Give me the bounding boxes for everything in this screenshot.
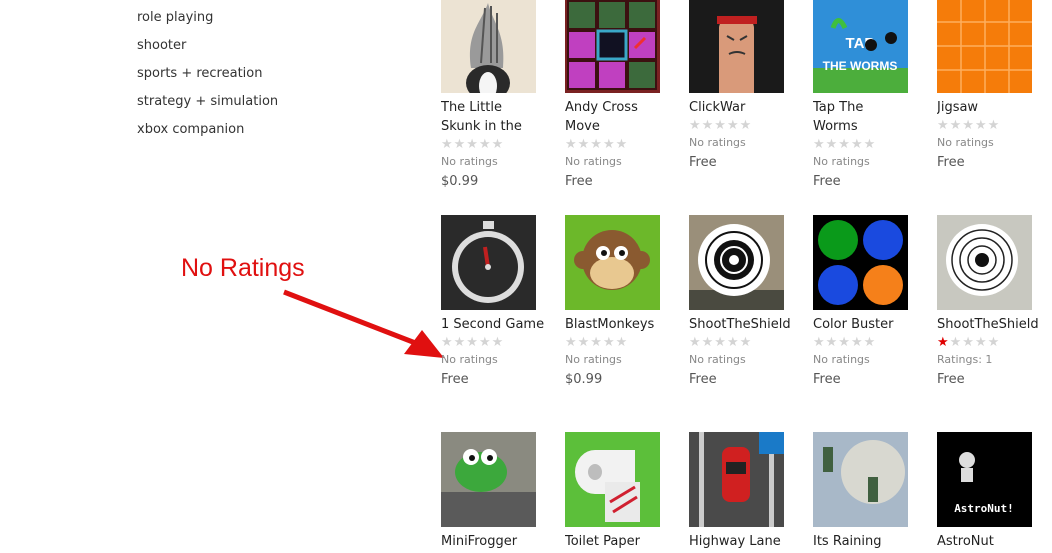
app-title: Andy Cross Move <box>565 100 638 134</box>
app-title: Highway Lane <box>689 534 781 549</box>
ratings-count: No ratings <box>813 353 870 366</box>
car-lane-icon <box>689 432 784 527</box>
star-rating: ★★★★★ <box>813 335 877 350</box>
category-xbox-companion[interactable]: xbox companion <box>137 121 278 149</box>
frog-icon <box>441 432 536 527</box>
app-title: BlastMonkeys <box>565 317 655 332</box>
stopwatch-icon <box>441 215 536 310</box>
app-tile[interactable]: Highway Lane <box>689 432 799 551</box>
app-title: 1 Second Game <box>441 317 545 332</box>
annotation-label: No Ratings <box>181 254 305 282</box>
app-title: Tap The Worms <box>813 100 864 134</box>
color-dots-icon <box>813 215 908 310</box>
category-sports-recreation[interactable]: sports + recreation <box>137 65 278 93</box>
app-price: Free <box>441 372 469 387</box>
app-tile[interactable]: BlastMonkeys ★★★★★ No ratings $0.99 <box>565 215 675 388</box>
app-tile[interactable]: Toilet Paper <box>565 432 675 551</box>
star-rating: ★★★★★ <box>689 118 753 133</box>
app-price: Free <box>937 372 965 387</box>
app-title: Color Buster <box>813 317 894 332</box>
ratings-count: No ratings <box>441 155 498 168</box>
star-rating: ★★★★★ <box>441 137 505 152</box>
app-tile[interactable]: 1 Second Game ★★★★★ No ratings Free <box>441 215 551 388</box>
app-price: Free <box>937 155 965 170</box>
category-strategy-simulation[interactable]: strategy + simulation <box>137 93 278 121</box>
jigsaw-icon <box>937 0 1032 93</box>
toilet-paper-icon <box>565 432 660 527</box>
skunk-icon <box>441 0 536 93</box>
app-title: ShootTheShield <box>689 317 791 332</box>
ratings-count: No ratings <box>689 353 746 366</box>
app-title: Jigsaw <box>937 100 979 115</box>
ratings-count: No ratings <box>813 155 870 168</box>
ratings-count: No ratings <box>689 136 746 149</box>
star-rating: ★★★★★ <box>441 335 505 350</box>
app-price: Free <box>689 372 717 387</box>
app-tile[interactable]: ShootTheShield ★★★★★ Ratings: 1 Free <box>937 215 1047 388</box>
app-tile[interactable]: ShootTheShield ★★★★★ No ratings Free <box>689 215 799 388</box>
app-title: The Little Skunk in the <box>441 100 522 134</box>
svg-text:THE WORMS: THE WORMS <box>823 59 898 73</box>
app-title: Toilet Paper <box>565 534 640 549</box>
app-price: $0.99 <box>441 174 479 189</box>
astronaut-icon: AstroNut! <box>937 432 1032 527</box>
target-25-icon <box>937 215 1032 310</box>
app-title: ShootTheShield <box>937 317 1039 332</box>
monkey-icon <box>565 215 660 310</box>
app-price: Free <box>813 174 841 189</box>
ratings-count: No ratings <box>565 155 622 168</box>
app-title: MiniFrogger <box>441 534 518 549</box>
worms-icon: TAP THE WORMS <box>813 0 908 93</box>
category-shooter[interactable]: shooter <box>137 37 278 65</box>
ratings-count: No ratings <box>441 353 498 366</box>
star-rating: ★★★★★ <box>689 335 753 350</box>
svg-text:AstroNut!: AstroNut! <box>954 502 1014 515</box>
star-rating: ★★★★★ <box>565 137 629 152</box>
app-tile[interactable]: Its Raining <box>813 432 923 551</box>
app-tile[interactable]: Jigsaw ★★★★★ No ratings Free <box>937 0 1047 171</box>
app-tile[interactable]: The Little Skunk in the ★★★★★ No ratings… <box>441 0 551 190</box>
star-rating: ★★★★★ <box>565 335 629 350</box>
app-price: $0.99 <box>565 372 603 387</box>
app-title: ClickWar <box>689 100 746 115</box>
app-title: AstroNut <box>937 534 994 549</box>
ratings-count: No ratings <box>565 353 622 366</box>
target-icon <box>689 215 784 310</box>
app-tile[interactable]: Andy Cross Move ★★★★★ No ratings Free <box>565 0 675 190</box>
app-tile[interactable]: ClickWar ★★★★★ No ratings Free <box>689 0 799 171</box>
annotation-arrow-icon <box>283 289 444 358</box>
star-rating: ★★★★★ <box>813 137 877 152</box>
app-tile[interactable]: TAP THE WORMS Tap The Worms ★★★★★ No rat… <box>813 0 923 190</box>
app-tile[interactable]: AstroNut! AstroNut <box>937 432 1047 551</box>
app-tile[interactable]: MiniFrogger <box>441 432 551 551</box>
star-rating: ★★★★★ <box>937 118 1001 133</box>
finger-ninja-icon <box>689 0 784 93</box>
ratings-count: Ratings: 1 <box>937 353 993 366</box>
app-price: Free <box>565 174 593 189</box>
category-list: role playing shooter sports + recreation… <box>137 9 278 149</box>
app-price: Free <box>689 155 717 170</box>
star-rating: ★★★★★ <box>937 335 1001 350</box>
category-role-playing[interactable]: role playing <box>137 9 278 37</box>
zombie-moon-icon <box>813 432 908 527</box>
app-price: Free <box>813 372 841 387</box>
app-title: Its Raining <box>813 534 882 549</box>
app-tile[interactable]: Color Buster ★★★★★ No ratings Free <box>813 215 923 388</box>
monster-grid-icon <box>565 0 660 93</box>
ratings-count: No ratings <box>937 136 994 149</box>
